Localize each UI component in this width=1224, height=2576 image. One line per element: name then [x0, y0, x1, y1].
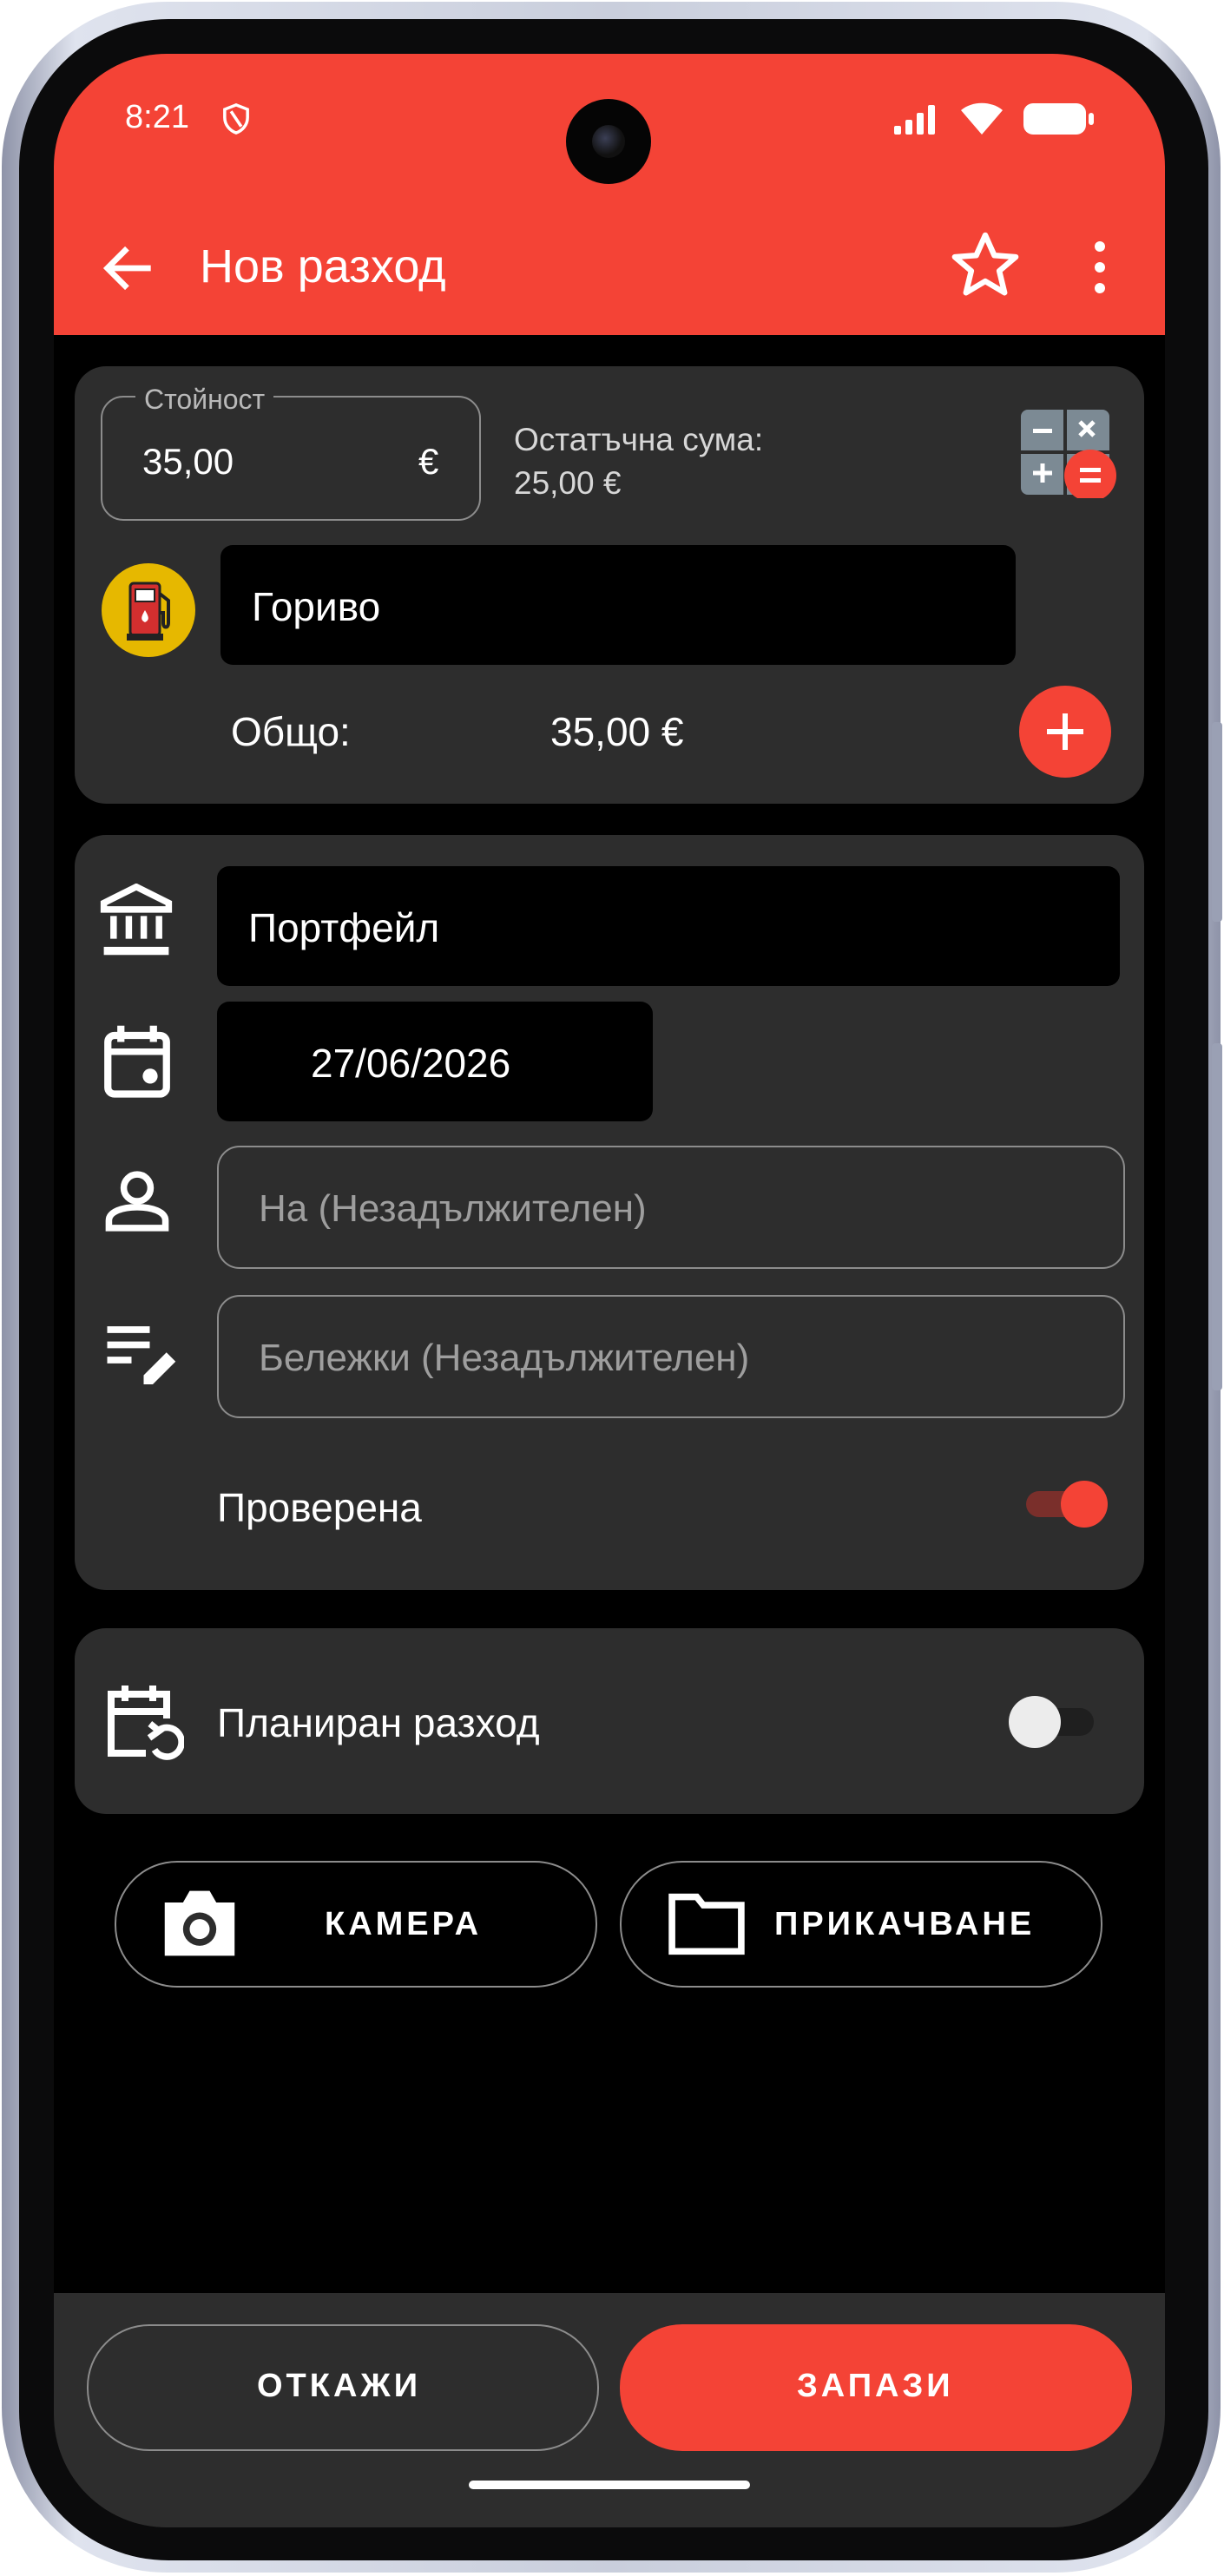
camera-icon	[164, 1890, 235, 1956]
notes-placeholder: Бележки (Незадължителен)	[259, 1337, 750, 1379]
attach-button[interactable]: ПРИКАЧВАНЕ	[620, 1861, 1102, 1988]
scheduled-toggle[interactable]	[1009, 1696, 1096, 1748]
scheduled-label: Планиран разход	[217, 1700, 540, 1745]
date-value: 27/06/2026	[311, 1041, 511, 1086]
total-label: Общо:	[231, 709, 351, 754]
power-button	[1212, 1043, 1222, 1390]
currency-symbol: €	[418, 441, 439, 482]
wifi-icon	[961, 102, 1003, 135]
fuel-pump-icon	[102, 563, 195, 657]
add-split-button[interactable]	[1019, 686, 1111, 778]
back-arrow-icon[interactable]	[97, 238, 158, 299]
screen: 8:21 Нов разход Стойност 35,00 € Остатъч…	[54, 54, 1165, 2527]
star-icon[interactable]	[948, 227, 1023, 302]
details-card: Портфейл 27/06/2026 На (Незадължителен) …	[75, 835, 1144, 1590]
camera-label: КАМЕРА	[325, 1906, 483, 1942]
signal-icon	[894, 105, 935, 135]
value-label: Стойност	[135, 384, 274, 416]
payee-placeholder: На (Незадължителен)	[259, 1187, 647, 1230]
remaining-label: Остатъчна сума:	[514, 422, 764, 457]
attach-label: ПРИКАЧВАНЕ	[774, 1906, 1036, 1942]
scheduled-card: Планиран разход	[75, 1628, 1144, 1814]
cancel-label: ОТКАЖИ	[257, 2368, 422, 2404]
category-value: Гориво	[252, 584, 381, 629]
person-icon	[105, 1171, 169, 1232]
phone-frame: 8:21 Нов разход Стойност 35,00 € Остатъч…	[2, 2, 1222, 2573]
page-title: Нов разход	[200, 240, 446, 292]
footer-bar: ОТКАЖИ ЗАПАЗИ	[54, 2293, 1165, 2527]
folder-icon	[668, 1893, 745, 1955]
notes-edit-icon	[107, 1326, 176, 1384]
value-input[interactable]: 35,00	[142, 441, 234, 483]
more-vert-icon[interactable]	[1087, 233, 1113, 302]
shield-icon	[223, 103, 249, 135]
calendar-repeat-icon	[108, 1686, 184, 1760]
verified-toggle[interactable]	[1026, 1481, 1108, 1528]
account-value: Портфейл	[248, 905, 440, 950]
plus-icon	[1047, 713, 1083, 750]
camera-button[interactable]: КАМЕРА	[115, 1861, 597, 1988]
save-button[interactable]: ЗАПАЗИ	[620, 2324, 1132, 2451]
volume-button	[1212, 722, 1222, 922]
total-value: 35,00 €	[550, 709, 684, 754]
app-bar: 8:21 Нов разход	[54, 54, 1165, 335]
remaining-value: 25,00 €	[514, 465, 622, 501]
save-label: ЗАПАЗИ	[797, 2368, 954, 2404]
front-camera	[566, 99, 651, 184]
bank-icon	[100, 884, 173, 956]
status-icons	[894, 102, 1096, 136]
calendar-icon[interactable]	[101, 1022, 174, 1101]
verified-label: Проверена	[217, 1485, 422, 1530]
battery-icon	[1023, 103, 1094, 135]
amount-card: Стойност 35,00 € Остатъчна сума: 25,00 €	[75, 366, 1144, 804]
calculator-icon[interactable]	[1021, 406, 1120, 498]
cancel-button[interactable]: ОТКАЖИ	[87, 2324, 599, 2451]
status-time: 8:21	[125, 99, 189, 135]
home-indicator	[469, 2481, 750, 2489]
